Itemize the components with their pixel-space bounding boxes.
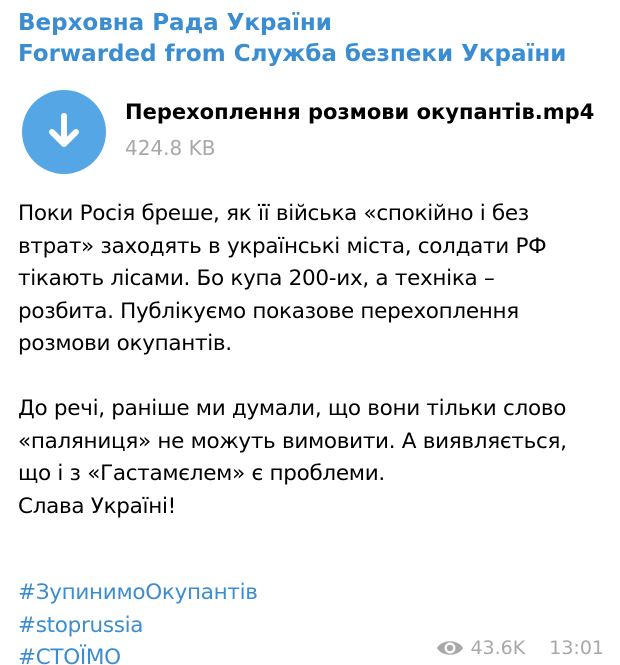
download-arrow-icon <box>49 113 79 147</box>
file-name[interactable]: Перехоплення розмови окупантів.mp4 <box>125 98 594 126</box>
download-button[interactable] <box>22 90 106 174</box>
message-time: 13:01 <box>549 637 604 659</box>
text-line: втрат» заходять в українські міста, солд… <box>18 233 547 259</box>
text-line: «паляниця» не можуть вимовити. А виявляє… <box>18 428 567 454</box>
hashtag-link[interactable]: #ЗупинимоОкупантів <box>18 580 258 605</box>
hashtag-line: #ЗупинимоОкупантів <box>18 577 604 610</box>
slava-ukraini-text: Слава Україні! <box>18 493 176 519</box>
text-line: розбита. Публікуємо показове перехопленн… <box>18 298 519 324</box>
ukraine-flag-icon <box>180 495 206 515</box>
file-attachment: Перехоплення розмови окупантів.mp4 424.8… <box>18 90 604 182</box>
message-bubble: Верховна Рада України Forwarded from Слу… <box>0 0 620 665</box>
channel-name[interactable]: Верховна Рада України <box>18 8 604 39</box>
text-line: розмови окупантів. <box>18 331 232 356</box>
forwarded-from-link[interactable]: Forwarded from Служба безпеки України <box>18 39 604 70</box>
text-line-with-flag: Слава Україні! <box>18 491 604 524</box>
view-count: 43.6K <box>470 637 526 659</box>
text-line: тікають лісами. Бо купа 200-их, а технік… <box>18 266 495 291</box>
message-meta: 43.6K 13:01 <box>436 635 604 661</box>
file-size: 424.8 KB <box>125 136 216 160</box>
hashtag-link[interactable]: #СТОЇМО <box>18 645 121 665</box>
text-line: Поки Росія бреше, як її війська «спокійн… <box>18 201 529 226</box>
text-line: До речі, раніше ми думали, що вони тільк… <box>18 396 567 421</box>
text-line: що і з «Гастамєлем» є проблеми. <box>18 461 385 486</box>
hashtag-link[interactable]: #stoprussia <box>18 613 143 638</box>
message-text: Поки Росія бреше, як її війська «спокійн… <box>18 198 604 665</box>
eye-icon <box>437 641 464 655</box>
